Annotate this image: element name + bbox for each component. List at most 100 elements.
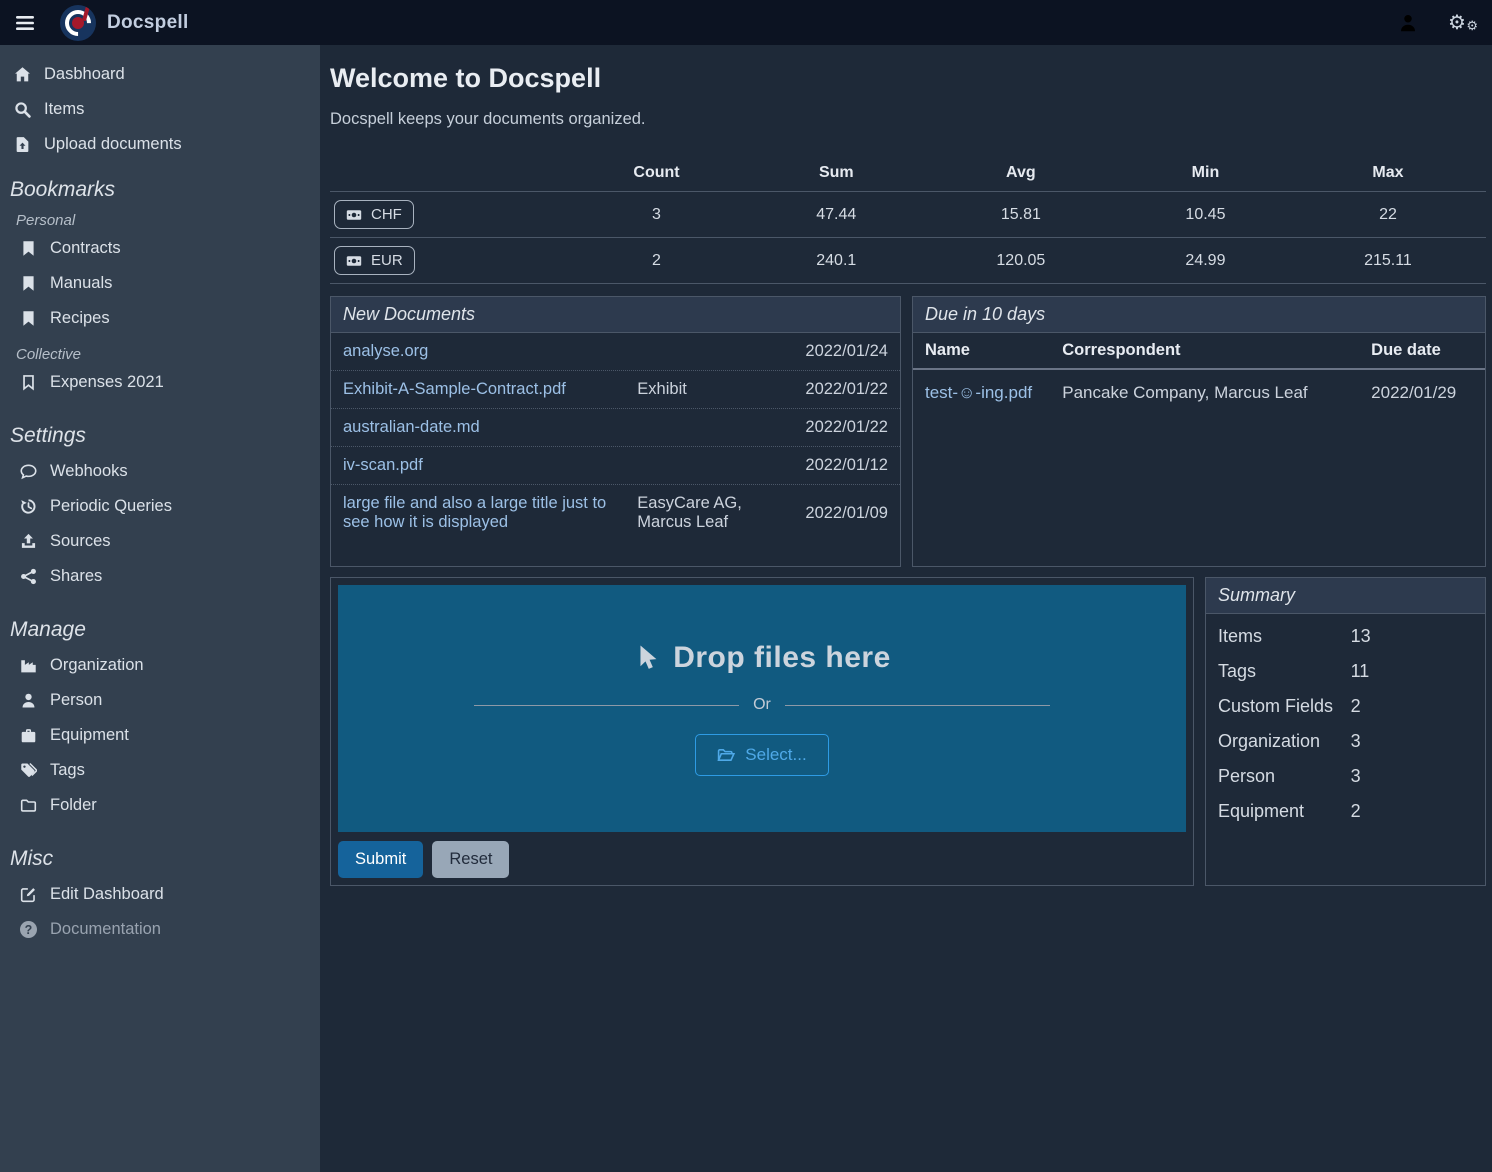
bookmark-manuals[interactable]: Manuals [0,266,320,301]
docspell-logo-icon [60,5,96,41]
sidebar-item-label: Equipment [50,726,129,745]
bookmark-icon [20,310,37,327]
summary-panel: Summary Items 13 Tags 11 Custom Fields 2 [1205,577,1486,886]
sidebar-item-dashboard[interactable]: Dasbhoard [0,57,320,92]
bookmark-contracts[interactable]: Contracts [0,231,320,266]
stats-row-chf: CHF 3 47.44 15.81 10.45 22 [330,192,1486,238]
sidebar-item-upload-documents[interactable]: Upload documents [0,127,320,162]
money-bill-icon [346,253,362,269]
home-icon [14,66,31,83]
misc-section-title: Misc [0,847,320,871]
document-row: large file and also a large title just t… [331,484,900,541]
or-divider: Or [474,696,1051,714]
page-title: Welcome to Docspell [330,63,1486,94]
menu-icon[interactable] [15,15,35,31]
sidebar-item-tags[interactable]: Tags [0,753,320,788]
stat-value: 15.81 [921,192,1121,238]
summary-row: Items 13 [1206,619,1485,654]
stat-value: 215.11 [1290,238,1486,284]
sidebar-item-label: Periodic Queries [50,497,172,516]
sidebar-item-label: Upload documents [44,135,182,154]
stat-value: 120.05 [921,238,1121,284]
sidebar-item-label: Documentation [50,920,161,939]
document-link[interactable]: large file and also a large title just t… [343,494,637,532]
document-row: iv-scan.pdf 2022/01/12 [331,446,900,484]
cogs-icon[interactable]: ⚙⚙ [1448,11,1476,35]
sidebar-item-documentation[interactable]: ? Documentation [0,912,320,947]
currency-label: EUR [371,252,403,269]
sidebar-item-equipment[interactable]: Equipment [0,718,320,753]
currency-chip-eur: EUR [334,246,415,275]
summary-label: Tags [1218,661,1351,682]
stats-col-min: Min [1121,155,1290,192]
document-link[interactable]: Exhibit-A-Sample-Contract.pdf [343,380,637,399]
upload-icon [20,533,37,550]
folder-icon [20,797,37,814]
bookmark-outline-icon [20,374,37,391]
bookmark-label: Contracts [50,239,121,258]
bookmark-label: Expenses 2021 [50,373,164,392]
bookmark-expenses-2021[interactable]: Expenses 2021 [0,365,320,400]
due-row: test-☺-ing.pdf Pancake Company, Marcus L… [913,369,1485,416]
comment-icon [20,463,37,480]
document-link[interactable]: iv-scan.pdf [343,456,637,475]
summary-label: Equipment [1218,801,1351,822]
document-date: 2022/01/29 [1359,369,1485,416]
user-icon[interactable] [1398,13,1418,33]
sidebar-item-label: Dasbhoard [44,65,125,84]
document-row: Exhibit-A-Sample-Contract.pdf Exhibit 20… [331,370,900,408]
summary-label: Items [1218,626,1351,647]
stats-col-sum: Sum [752,155,921,192]
topbar: Docspell ⚙⚙ [0,0,1492,45]
sidebar-item-folder[interactable]: Folder [0,788,320,823]
industry-icon [20,657,37,674]
due-col-name: Name [913,333,1050,369]
drop-label: Drop files here [673,641,891,675]
app-name: Docspell [107,12,189,34]
stats-table: Count Sum Avg Min Max CHF 3 47.44 15.81 … [330,155,1486,284]
question-icon: ? [20,921,37,938]
search-icon [14,101,31,118]
bookmark-recipes[interactable]: Recipes [0,301,320,336]
summary-value: 2 [1351,801,1361,822]
file-dropzone[interactable]: Drop files here Or Select... [338,585,1186,832]
document-date: 2022/01/09 [779,504,888,523]
share-icon [20,568,37,585]
select-files-button[interactable]: Select... [695,734,828,776]
sidebar-item-label: Webhooks [50,462,128,481]
stats-col-count: Count [561,155,752,192]
document-row: australian-date.md 2022/01/22 [331,408,900,446]
new-documents-title: New Documents [331,297,900,333]
sidebar-item-person[interactable]: Person [0,683,320,718]
sidebar-item-sources[interactable]: Sources [0,524,320,559]
summary-value: 11 [1351,661,1370,682]
topbar-actions: ⚙⚙ [1398,11,1492,35]
due-table: Name Correspondent Due date test-☺-ing.p… [913,333,1485,416]
sidebar-item-webhooks[interactable]: Webhooks [0,454,320,489]
document-correspondent: EasyCare AG, Marcus Leaf [637,494,779,532]
summary-value: 3 [1351,766,1361,787]
manage-section-title: Manage [0,618,320,642]
summary-row: Tags 11 [1206,654,1485,689]
submit-button[interactable]: Submit [338,841,423,878]
brand-home-link[interactable]: Docspell [60,5,189,41]
document-link[interactable]: analyse.org [343,342,637,361]
sidebar-item-organization[interactable]: Organization [0,648,320,683]
sidebar-item-shares[interactable]: Shares [0,559,320,594]
document-date: 2022/01/22 [779,380,888,399]
document-date: 2022/01/22 [779,418,888,437]
summary-value: 13 [1351,626,1371,647]
folder-open-icon [717,747,735,763]
currency-label: CHF [371,206,402,223]
due-panel: Due in 10 days Name Correspondent Due da… [912,296,1486,567]
due-col-date: Due date [1359,333,1485,369]
sidebar-item-edit-dashboard[interactable]: Edit Dashboard [0,877,320,912]
stats-col-max: Max [1290,155,1486,192]
mouse-pointer-icon [633,644,659,672]
reset-button[interactable]: Reset [432,841,509,878]
summary-row: Person 3 [1206,759,1485,794]
document-link[interactable]: australian-date.md [343,418,637,437]
document-link[interactable]: test-☺-ing.pdf [913,369,1050,416]
sidebar-item-items[interactable]: Items [0,92,320,127]
sidebar-item-periodic-queries[interactable]: Periodic Queries [0,489,320,524]
